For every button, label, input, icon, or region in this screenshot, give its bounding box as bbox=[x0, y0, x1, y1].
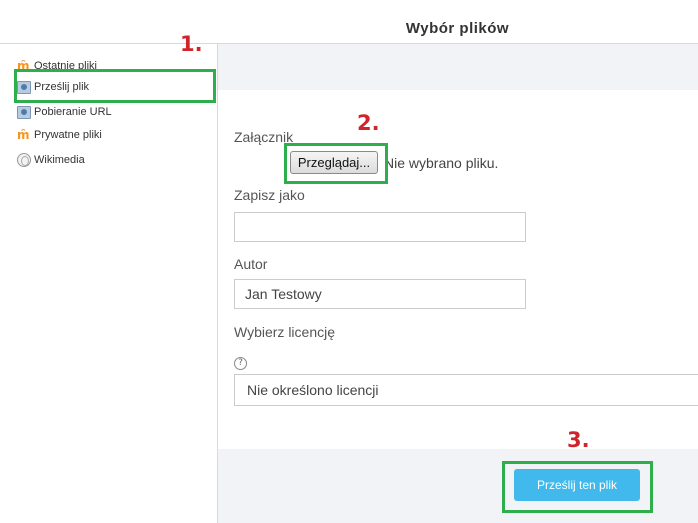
step2-highlight bbox=[284, 143, 388, 184]
step1-number: 1. bbox=[180, 32, 203, 56]
sidebar-item-wikimedia[interactable]: Wikimedia bbox=[17, 150, 85, 170]
sidebar-item-label: Prywatne pliki bbox=[34, 129, 102, 141]
moodle-icon: m̑ bbox=[17, 128, 30, 142]
save-as-input[interactable] bbox=[234, 212, 526, 242]
author-label: Autor bbox=[234, 256, 268, 272]
author-input[interactable]: Jan Testowy bbox=[234, 279, 526, 309]
content-header-bar bbox=[218, 44, 698, 90]
sidebar-item-label: Pobieranie URL bbox=[34, 106, 112, 118]
step1-highlight bbox=[14, 69, 216, 103]
sidebar-item-label: Wikimedia bbox=[34, 154, 85, 166]
sidebar-item-url-download[interactable]: Pobieranie URL bbox=[17, 102, 112, 122]
step2-number: 2. bbox=[357, 111, 380, 135]
step3-number: 3. bbox=[567, 428, 590, 452]
help-icon[interactable]: ? bbox=[234, 357, 247, 370]
upload-icon bbox=[17, 105, 31, 119]
save-as-label: Zapisz jako bbox=[234, 187, 305, 203]
step3-highlight bbox=[502, 461, 653, 513]
sidebar-item-private-files[interactable]: m̑ Prywatne pliki bbox=[17, 125, 102, 145]
license-label: Wybierz licencję bbox=[234, 324, 336, 340]
globe-icon bbox=[17, 153, 31, 167]
dialog-title: Wybór plików bbox=[405, 20, 510, 37]
no-file-status: Nie wybrano pliku. bbox=[384, 155, 499, 171]
license-select[interactable]: Nie określono licencji bbox=[234, 374, 698, 406]
